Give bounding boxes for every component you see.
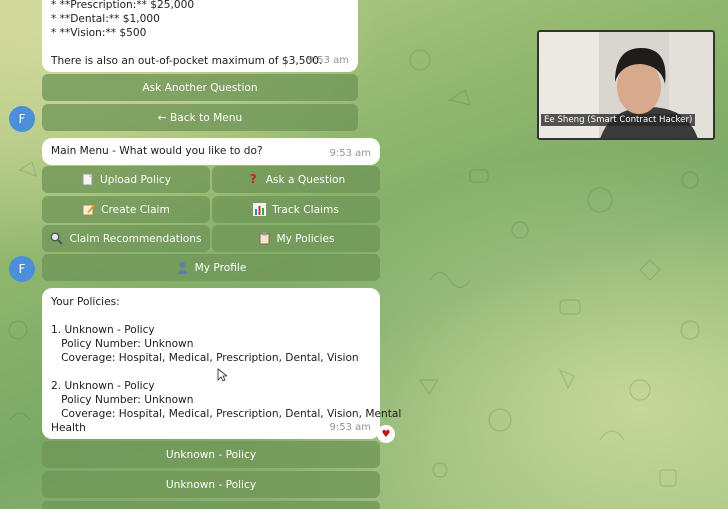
policy-button[interactable]: Unknown - Policy: [42, 441, 380, 468]
my-profile-button[interactable]: My Profile: [42, 254, 380, 281]
create-claim-button[interactable]: Create Claim: [42, 196, 210, 223]
button-label: Unknown - Policy: [165, 448, 257, 461]
message-line: * **Dental:** $1,000: [51, 13, 160, 25]
participant-name-label: Ee Sheng (Smart Contract Hacker): [541, 114, 696, 126]
bot-avatar[interactable]: F: [9, 256, 35, 282]
person-silhouette-icon: [176, 261, 189, 274]
page-icon: [81, 173, 94, 186]
message-bubble-main-menu: Main Menu - What would you like to do? 9…: [42, 138, 380, 165]
magnifier-icon: [50, 232, 64, 245]
heart-reaction-icon[interactable]: ♥: [377, 425, 395, 443]
message-bubble-policies: Your Policies: 1. Unknown - Policy Polic…: [42, 288, 402, 439]
bot-avatar[interactable]: F: [9, 106, 35, 132]
ask-another-question-button[interactable]: Ask Another Question: [42, 74, 358, 101]
avatar-letter: F: [18, 112, 26, 126]
message-line: [51, 40, 349, 54]
policy-title: 1. Unknown - Policy: [51, 324, 155, 336]
policy-coverage: Coverage: Hospital, Medical, Prescriptio…: [51, 408, 402, 420]
claim-recommendations-button[interactable]: Claim Recommendations: [42, 225, 210, 252]
message-line: * **Vision:** $500: [51, 27, 147, 39]
button-label: Upload Policy: [100, 173, 171, 186]
question-mark-icon: ?: [249, 172, 257, 186]
policies-header: Your Policies:: [51, 296, 120, 308]
bar-chart-icon: [253, 203, 267, 216]
button-label: Ask a Question: [265, 173, 346, 186]
avatar-letter: F: [18, 262, 26, 276]
button-label: Claim Recommendations: [69, 232, 202, 245]
message-bubble-coverage: * **Prescription:** $25,000 * **Dental:*…: [42, 0, 358, 72]
policy-coverage: Coverage: Hospital, Medical, Prescriptio…: [51, 352, 359, 364]
button-label: ← Back to Menu: [157, 111, 243, 124]
policy-coverage-continued: Health: [51, 422, 86, 434]
back-to-menu-button[interactable]: ← Back to Menu: [42, 104, 358, 131]
button-label: Track Claims: [272, 203, 339, 216]
video-call-tile[interactable]: Ee Sheng (Smart Contract Hacker): [537, 30, 715, 140]
button-label: My Profile: [194, 261, 247, 274]
button-label: Ask Another Question: [142, 81, 258, 94]
button-label: Create Claim: [101, 203, 170, 216]
button-label: Unknown - Policy: [165, 478, 257, 491]
upload-policy-button[interactable]: Upload Policy: [42, 166, 210, 193]
message-time: 9:53 am: [329, 148, 371, 159]
message-line: * **Prescription:** $25,000: [51, 0, 195, 11]
my-policies-button[interactable]: My Policies: [212, 225, 380, 252]
message-time: 9:53 am: [307, 55, 349, 66]
policy-button[interactable]: Unknown - Policy: [42, 471, 380, 498]
memo-icon: [82, 203, 96, 216]
clipboard-icon: [258, 232, 271, 245]
policy-number: Policy Number: Unknown: [51, 338, 194, 350]
message-text: Main Menu - What would you like to do?: [51, 145, 263, 157]
message-time: 9:53 am: [329, 422, 371, 433]
message-line: There is also an out-of-pocket maximum o…: [51, 55, 323, 67]
ask-question-button[interactable]: ? Ask a Question: [212, 166, 380, 193]
policy-number: Policy Number: Unknown: [51, 394, 194, 406]
track-claims-button[interactable]: Track Claims: [212, 196, 380, 223]
button-label: My Policies: [276, 232, 335, 245]
mouse-cursor-icon: [217, 368, 227, 382]
policy-button-partial[interactable]: [42, 501, 380, 509]
policy-title: 2. Unknown - Policy: [51, 380, 155, 392]
